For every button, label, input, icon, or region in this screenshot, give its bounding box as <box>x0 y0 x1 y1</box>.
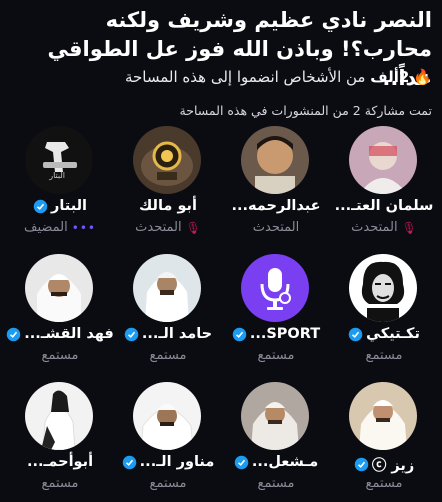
participant-name: سلمان العتـ... <box>332 198 436 214</box>
participant-role: 🎙 المتحدث <box>116 220 220 235</box>
participant-name-text: تكـتيكي <box>366 326 420 342</box>
avatar <box>25 382 93 450</box>
participant-name-text: البتار <box>50 198 88 214</box>
fire-icon: 🔥 <box>413 68 432 86</box>
avatar: البتار <box>25 126 93 194</box>
participant-name-text: زيز ⓒ <box>371 458 415 474</box>
participant-name-text: أبو مالك <box>139 198 197 214</box>
avatar <box>25 254 93 322</box>
role-text: مستمع <box>41 476 79 491</box>
participant-name: تكـتيكي <box>332 326 436 342</box>
participant-name: مـشعل... <box>224 454 328 470</box>
verified-badge-icon <box>124 327 139 342</box>
participant-card[interactable]: مـشعل... مستمع <box>224 382 328 502</box>
participant-card[interactable]: أبو مالك 🎙 المتحدث <box>116 126 220 246</box>
participant-card[interactable]: زيز ⓒ مستمع <box>332 382 436 502</box>
role-text: مستمع <box>365 348 403 363</box>
verified-badge-icon <box>348 327 363 342</box>
participant-role: مستمع <box>332 476 436 491</box>
participant-card[interactable]: تكـتيكي مستمع <box>332 254 436 374</box>
participant-name-text: مناور الـ... <box>139 454 215 470</box>
participant-name-text: أبوأحمـ... <box>26 454 94 470</box>
joined-count: 2ألف <box>370 68 410 86</box>
role-text: مستمع <box>257 476 295 491</box>
avatar <box>133 126 201 194</box>
participant-role: 🎙 المتحدث <box>332 220 436 235</box>
role-text: مستمع <box>257 348 295 363</box>
mic-off-icon: 🎙 <box>185 220 201 235</box>
svg-text:البتار: البتار <box>48 171 65 180</box>
participant-name: SPORT... <box>224 326 328 342</box>
participant-role: مستمع <box>116 348 220 363</box>
participant-role: المتحدث <box>224 220 328 235</box>
role-text: المتحدث <box>252 220 300 235</box>
participant-card[interactable]: حامد الـ... مستمع <box>116 254 220 374</box>
verified-badge-icon <box>232 327 247 342</box>
participant-role: مستمع <box>8 476 112 491</box>
participant-card[interactable]: SPORT... مستمع <box>224 254 328 374</box>
participant-name-text: مـشعل... <box>251 454 319 470</box>
participant-role: مستمع <box>8 348 112 363</box>
avatar <box>349 126 417 194</box>
joined-text: من الأشخاص انضموا إلى هذه المساحة <box>124 68 366 86</box>
participant-name: حامد الـ... <box>116 326 220 342</box>
role-text: مستمع <box>149 476 187 491</box>
verified-badge-icon <box>6 327 21 342</box>
participant-name-text: SPORT... <box>249 326 321 342</box>
avatar <box>133 254 201 322</box>
participant-role: مستمع <box>116 476 220 491</box>
participant-role: مستمع <box>332 348 436 363</box>
avatar <box>133 382 201 450</box>
participant-card[interactable]: البتار البتار ••• المضيف <box>8 126 112 246</box>
verified-badge-icon <box>354 457 369 472</box>
avatar <box>349 254 417 322</box>
participant-role: ••• المضيف <box>8 220 112 235</box>
joined-summary: 🔥2ألف من الأشخاص انضموا إلى هذه المساحة <box>8 66 432 88</box>
verified-badge-icon <box>33 199 48 214</box>
participant-name: البتار <box>8 198 112 214</box>
dots-icon: ••• <box>71 220 96 235</box>
avatar <box>241 126 309 194</box>
participant-name-text: فهد القشـ... <box>24 326 114 342</box>
participant-card[interactable]: أبوأحمـ... مستمع <box>8 382 112 502</box>
participant-card[interactable]: عبدالرحمه... المتحدث <box>224 126 328 246</box>
mic-off-icon: 🎙 <box>401 220 417 235</box>
participant-role: مستمع <box>224 348 328 363</box>
participant-name: فهد القشـ... <box>6 326 114 342</box>
verified-badge-icon <box>234 455 249 470</box>
verified-badge-icon <box>122 455 137 470</box>
participant-card[interactable]: فهد القشـ... مستمع <box>6 254 114 374</box>
participant-name: أبو مالك <box>116 198 220 214</box>
avatar <box>349 382 417 450</box>
participant-card[interactable]: سلمان العتـ... 🎙 المتحدث <box>332 126 436 246</box>
participant-name: زيز ⓒ <box>332 454 436 475</box>
role-text: المضيف <box>24 220 68 235</box>
role-text: المتحدث <box>351 220 398 235</box>
participant-role: مستمع <box>224 476 328 491</box>
space-page: النصر نادي عظيم وشريف ولكنه محارب؟! وباذ… <box>0 0 442 500</box>
participant-name-text: سلمان العتـ... <box>334 198 434 214</box>
participant-card[interactable]: مناور الـ... مستمع <box>116 382 220 502</box>
shared-posts-link[interactable]: تمت مشاركة 2 من المنشورات في هذه المساحة <box>8 102 432 120</box>
participant-name-text: حامد الـ... <box>141 326 213 342</box>
participant-name: عبدالرحمه... <box>224 198 328 214</box>
participant-name-text: عبدالرحمه... <box>231 198 321 214</box>
participant-name: أبوأحمـ... <box>8 454 112 470</box>
role-text: مستمع <box>41 348 79 363</box>
avatar <box>241 382 309 450</box>
avatar <box>241 254 309 322</box>
role-text: المتحدث <box>135 220 182 235</box>
role-text: مستمع <box>365 476 403 491</box>
participant-name: مناور الـ... <box>116 454 220 470</box>
role-text: مستمع <box>149 348 187 363</box>
